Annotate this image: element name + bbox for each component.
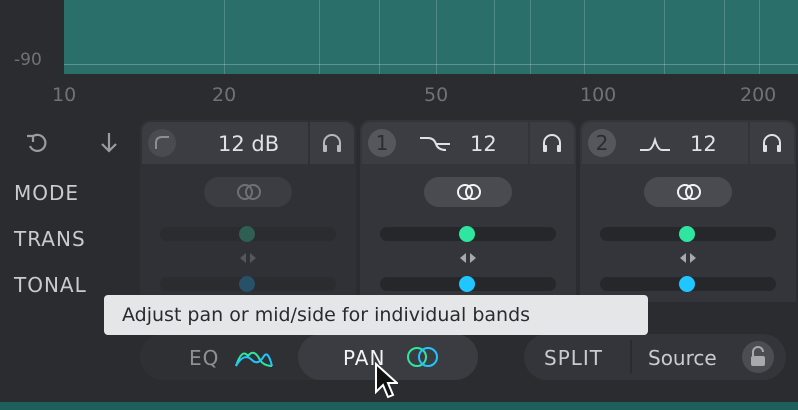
tonal-knob[interactable] <box>679 276 695 292</box>
band-slope-value[interactable]: 12 <box>470 132 497 156</box>
grid-line <box>724 0 725 74</box>
band-strip-1: 1 12 <box>360 120 576 302</box>
grid-line <box>436 0 437 74</box>
band-slope-value[interactable]: 12 dB <box>218 132 279 156</box>
solo-headphone-button[interactable] <box>530 122 574 164</box>
freq-label-10: 10 <box>52 84 77 106</box>
split-button[interactable]: SPLIT <box>524 334 630 380</box>
mode-toggle[interactable] <box>424 177 512 207</box>
tonal-knob[interactable] <box>459 276 475 292</box>
band-header[interactable]: 2 12 <box>582 122 748 164</box>
grid-line <box>494 0 495 74</box>
split-source-group: SPLIT Source <box>524 334 786 380</box>
tab-eq[interactable]: EQ <box>140 334 298 380</box>
trans-row-label: TRANS <box>14 227 86 251</box>
db-scale-label: -90 <box>14 50 42 70</box>
grid-line <box>664 0 665 74</box>
left-right-arrows-icon <box>240 253 256 263</box>
lock-icon[interactable] <box>742 341 774 373</box>
grid-line <box>530 0 531 74</box>
band-number-badge: 1 <box>368 129 396 157</box>
view-tab-group: EQ PAN <box>140 334 478 380</box>
mode-toggle[interactable] <box>644 177 732 207</box>
left-right-arrows-icon <box>680 253 696 263</box>
grid-line <box>319 0 320 74</box>
trans-knob[interactable] <box>459 226 475 242</box>
freq-label-100: 100 <box>580 84 617 106</box>
mid-side-icon <box>237 184 261 200</box>
mode-toggle[interactable] <box>204 177 292 207</box>
solo-headphone-button[interactable] <box>750 122 794 164</box>
mouse-cursor-icon <box>375 362 398 399</box>
source-button[interactable]: Source <box>632 334 786 380</box>
split-label: SPLIT <box>544 346 604 370</box>
grid-line <box>584 0 585 74</box>
tab-eq-label: EQ <box>189 346 220 370</box>
headphones-icon <box>763 134 781 152</box>
band-slope-value[interactable]: 12 <box>690 132 717 156</box>
mode-row-label: MODE <box>14 181 80 205</box>
solo-headphone-button[interactable] <box>310 122 354 164</box>
band-header[interactable]: 12 dB <box>142 122 308 164</box>
eq-curve-icon <box>235 351 273 367</box>
crossover-icon <box>420 137 450 151</box>
freq-label-200: 200 <box>740 84 777 106</box>
grid-line <box>379 0 380 74</box>
arrow-down-icon[interactable] <box>96 130 122 156</box>
band-header[interactable]: 1 12 <box>362 122 528 164</box>
band-number-badge <box>148 129 176 157</box>
band-strip-0: 12 dB <box>140 120 356 302</box>
band-strip-2: 2 12 <box>580 120 796 302</box>
mid-side-icon <box>677 184 701 200</box>
bottom-edge <box>0 402 798 410</box>
spectrum-display[interactable] <box>64 0 798 74</box>
tooltip: Adjust pan or mid/side for individual ba… <box>104 295 648 335</box>
rotate-ccw-icon[interactable] <box>24 130 50 156</box>
source-label: Source <box>648 346 717 370</box>
tonal-knob[interactable] <box>239 276 255 292</box>
tonal-row-label: TONAL <box>14 273 87 297</box>
band-number-badge: 2 <box>588 129 616 157</box>
grid-line <box>224 0 225 74</box>
freq-label-50: 50 <box>424 84 449 106</box>
grid-line <box>759 0 760 74</box>
grid-line <box>64 64 798 65</box>
mid-side-icon <box>407 347 438 367</box>
freq-label-20: 20 <box>212 84 237 106</box>
headphones-icon <box>323 134 341 152</box>
left-right-arrows-icon <box>460 253 476 263</box>
headphones-icon <box>543 134 561 152</box>
trans-knob[interactable] <box>679 226 695 242</box>
peak-icon <box>640 136 670 151</box>
trans-knob[interactable] <box>239 226 255 242</box>
mid-side-icon <box>457 184 481 200</box>
